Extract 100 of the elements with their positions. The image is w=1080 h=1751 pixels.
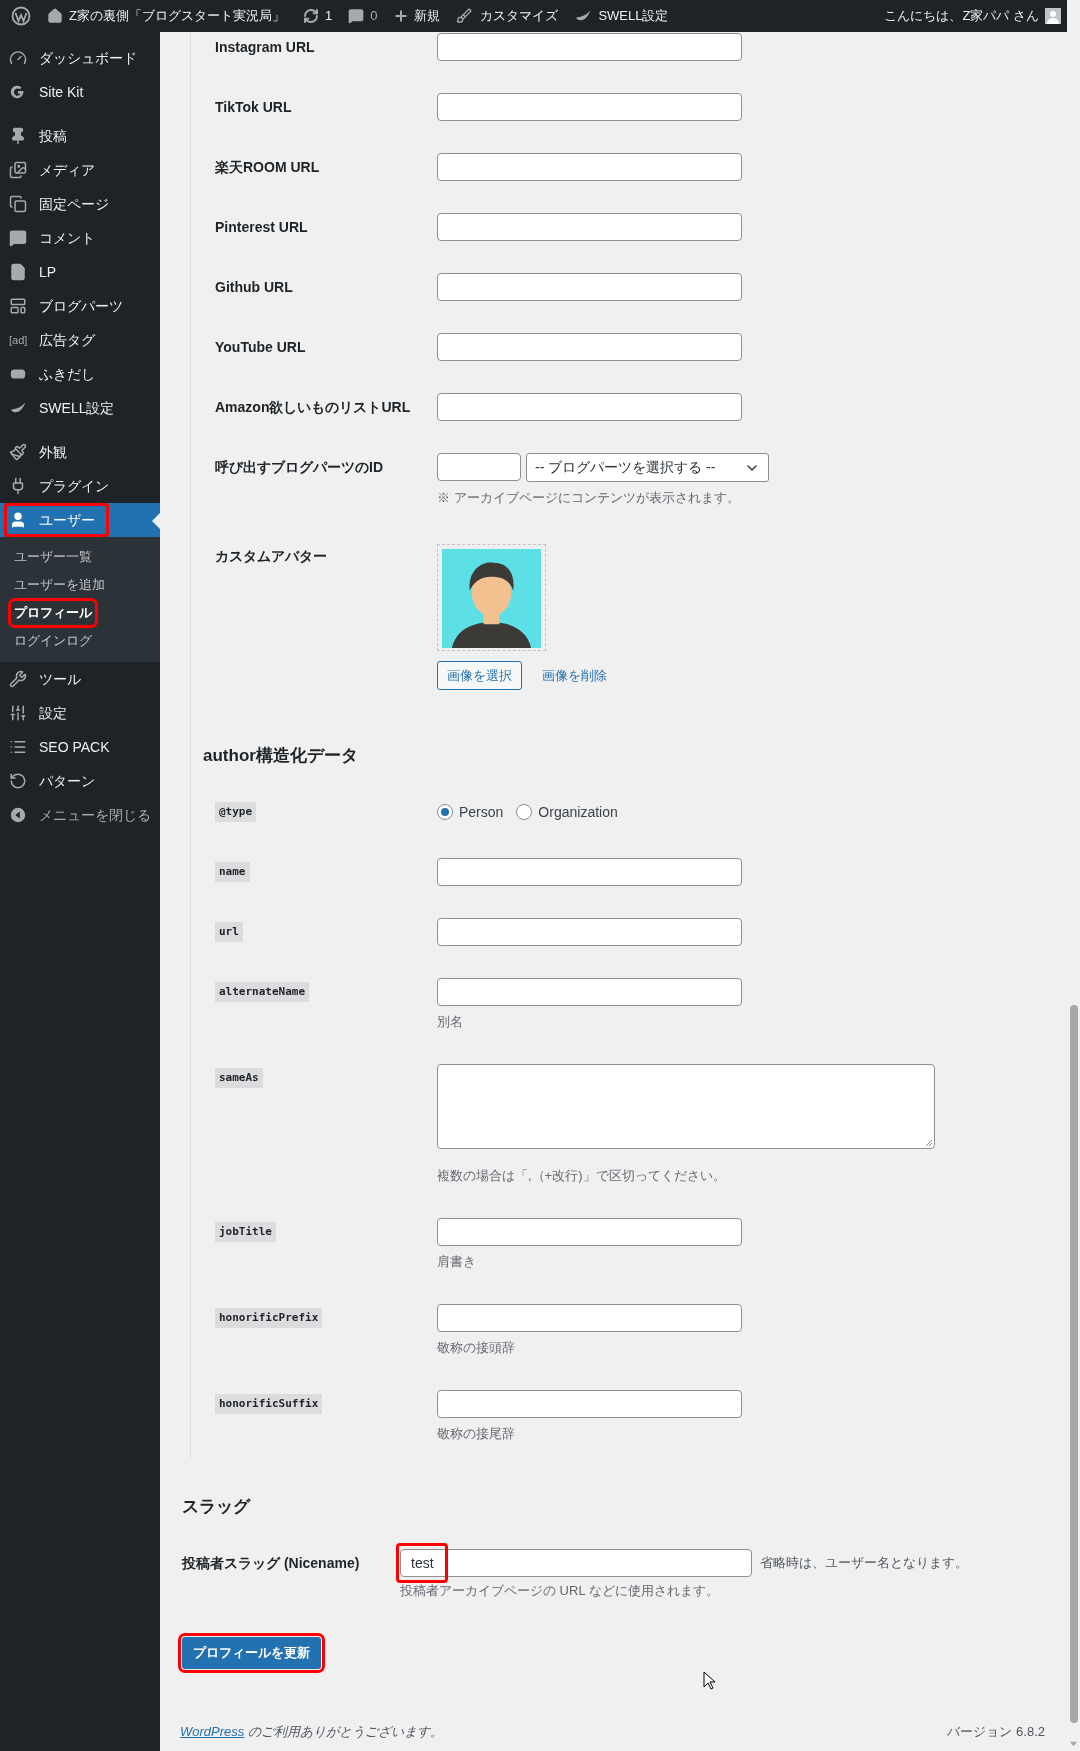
field-description: 敬称の接尾辞 [437,1425,516,1443]
sidebar-item[interactable]: SWELL設定 [0,391,160,425]
update-count[interactable]: 1 [324,6,333,26]
pin-icon [9,127,27,145]
rotate-icon [9,772,27,790]
scroll-down-icon[interactable] [1069,1739,1078,1748]
field-description: 投稿者アーカイブページの URL などに使用されます。 [400,1582,720,1600]
sidebar-item[interactable]: ブログパーツ [0,289,160,323]
url-input[interactable] [437,33,742,61]
text-input[interactable] [437,858,742,886]
field-label: Pinterest URL [215,217,308,237]
field-label: カスタムアバター [215,548,327,564]
url-input[interactable] [437,393,742,421]
blog-parts-select[interactable]: -- ブログパーツを選択する -- [526,453,769,482]
field-label: Instagram URL [215,37,315,57]
sliders-icon [9,704,27,722]
site-name-link[interactable]: Z家の裏側「ブログスタート実況局」 [69,6,285,26]
comment-icon [348,8,365,24]
property-label: name [215,861,250,883]
brush-icon [456,8,473,24]
wordpress-logo-icon[interactable] [11,6,31,26]
field-description: 敬称の接頭辞 [437,1339,516,1357]
radio-button[interactable] [437,804,453,820]
url-input[interactable] [437,213,742,241]
sidebar-item[interactable]: 投稿 [0,119,160,153]
text-area[interactable] [437,1064,935,1149]
sidebar-item[interactable]: 固定ページ [0,187,160,221]
swell-settings-link[interactable]: SWELL設定 [598,6,669,26]
url-input[interactable] [437,93,742,121]
pages-icon [9,195,27,213]
pointer-icon [152,513,160,529]
sidebar-item[interactable]: LP [0,255,160,289]
paintbrush-icon [9,443,27,461]
home-icon [47,8,63,24]
field-label: YouTube URL [215,337,306,357]
url-input[interactable] [437,273,742,301]
text-input[interactable] [437,1304,742,1332]
select-image-button[interactable]: 画像を選択 [437,661,522,690]
images-icon [9,161,27,179]
sidebar-item[interactable]: メディア [0,153,160,187]
sidebar-item[interactable]: メニューを閉じる [0,798,160,832]
field-note: ※ アーカイブページにコンテンツが表示されます。 [437,489,741,507]
sidebar-item[interactable]: ダッシュボード [0,41,160,75]
text-input[interactable] [437,978,742,1006]
inline-note: 省略時は、ユーザー名となります。 [760,1554,968,1573]
submenu-item[interactable]: ログインログ [12,630,94,652]
radio-button[interactable] [516,804,533,820]
property-label: honorificSuffix [215,1393,323,1415]
footer-text: のご利用ありがとうございます。 [248,1722,444,1741]
version-text: バージョン 6.8.2 [947,1722,1045,1741]
list-icon [9,738,27,756]
remove-image-link[interactable]: 画像を削除 [542,665,607,686]
property-label: honorificPrefix [215,1307,323,1329]
sidebar-item[interactable]: Site Kit [0,75,160,109]
property-label: jobTitle [215,1221,276,1243]
nicename-input[interactable]: test [400,1549,752,1577]
text-input[interactable] [437,918,742,946]
field-label: 楽天ROOM URL [215,157,320,177]
property-label: @type [215,801,257,823]
field-label: 呼び出すブログパーツのID [215,457,383,477]
submenu-item[interactable]: ユーザーを追加 [12,574,107,596]
field-label: Github URL [215,277,293,297]
sidebar-item[interactable]: ツール [0,662,160,696]
comment-icon [9,229,27,247]
mouse-cursor-icon [703,1671,715,1691]
radio-label: Person [459,802,504,822]
text-input[interactable] [437,1218,742,1246]
field-label: 投稿者スラッグ (Nicename) [182,1553,360,1573]
new-link[interactable]: 新規 [414,6,441,26]
sidebar-item[interactable]: [ad] 広告タグ [0,323,160,357]
property-label: alternateName [215,981,310,1003]
update-icon [302,8,319,24]
property-label: url [215,921,243,943]
collapse-menu-icon [9,806,27,824]
field-label: TikTok URL [215,97,292,117]
sidebar-item[interactable]: プラグイン [0,469,160,503]
field-description: 別名 [437,1013,464,1031]
sidebar-item[interactable]: ふきだし [0,357,160,391]
id-input[interactable] [437,453,521,481]
wordpress-link[interactable]: WordPress [180,1721,245,1741]
layout-icon [9,297,27,315]
ad-icon: [ad] [9,331,31,349]
scrollbar-thumb[interactable] [1069,1005,1078,1723]
sidebar-item[interactable]: 設定 [0,696,160,730]
sidebar-item[interactable]: SEO PACK [0,730,160,764]
comment-count[interactable]: 0 [370,6,378,26]
submenu-item[interactable]: ユーザー一覧 [12,546,94,568]
sidebar-item[interactable]: コメント [0,221,160,255]
file-icon [9,263,27,281]
gauge-icon [9,49,27,67]
sidebar-item[interactable]: 外観 [0,435,160,469]
url-input[interactable] [437,333,742,361]
avatar-icon[interactable] [1045,8,1061,24]
greeting-link[interactable]: こんにちは、Z家パパ さん [884,6,1039,26]
field-description: 複数の場合は「,（+改行)」で区切ってください。 [437,1167,727,1185]
url-input[interactable] [437,153,742,181]
sidebar-item[interactable]: パターン [0,764,160,798]
customize-link[interactable]: カスタマイズ [480,6,559,26]
text-input[interactable] [437,1390,742,1418]
resize-handle-icon[interactable] [925,1139,933,1147]
